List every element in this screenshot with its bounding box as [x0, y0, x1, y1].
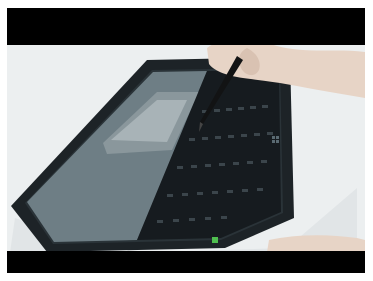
status-indicator	[212, 237, 218, 243]
video-frame	[7, 8, 365, 273]
tablet-photo-scene	[7, 8, 365, 273]
letterbox-top	[7, 8, 365, 45]
lower-hand	[267, 235, 365, 252]
letterbox-bottom	[7, 251, 365, 273]
